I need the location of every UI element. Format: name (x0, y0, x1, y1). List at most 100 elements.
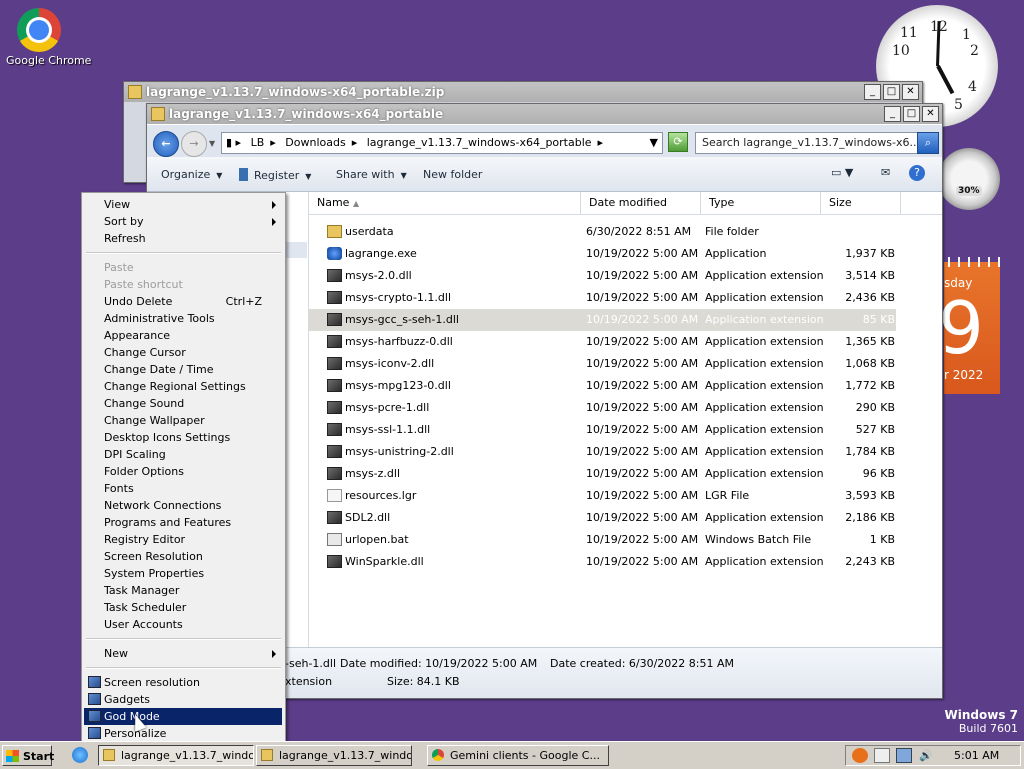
file-row[interactable]: WinSparkle.dll 10/19/2022 5:00 AM Applicat… (309, 551, 942, 573)
view-options-icon[interactable]: ▭ ▼ (831, 166, 853, 179)
maximize-button[interactable]: □ (883, 84, 900, 100)
gadgets-icon (88, 693, 101, 705)
action-center-flag-icon[interactable] (874, 748, 890, 763)
organize-button[interactable]: Organize ▼ (161, 168, 222, 181)
file-row[interactable]: msys-gcc_s-seh-1.dll 10/19/2022 5:00 AM Ap… (309, 309, 896, 331)
column-date-modified[interactable]: Date modified (581, 192, 701, 214)
taskbar-button[interactable]: Gemini clients - Google C... (427, 745, 609, 766)
menu-item-registry-editor[interactable]: Registry Editor (104, 531, 282, 548)
column-name[interactable]: Name ▲ (309, 192, 581, 214)
menu-item-refresh[interactable]: Refresh (104, 230, 282, 247)
breadcrumb-separator-icon[interactable]: ▸ (270, 136, 276, 149)
cpu-meter-gadget[interactable]: 30% (938, 148, 1000, 210)
menu-item-administrative-tools[interactable]: Administrative Tools (104, 310, 282, 327)
menu-item-change-regional-settings[interactable]: Change Regional Settings (104, 378, 282, 395)
file-row[interactable]: msys-unistring-2.dll 10/19/2022 5:00 AM Ap… (309, 441, 942, 463)
column-type[interactable]: Type (701, 192, 821, 214)
start-button[interactable]: Start (2, 745, 54, 766)
minimize-button[interactable]: _ (864, 84, 881, 100)
file-row[interactable]: msys-ssl-1.1.dll 10/19/2022 5:00 AM Applic… (309, 419, 942, 441)
menu-item-folder-options[interactable]: Folder Options (104, 463, 282, 480)
forward-button[interactable]: → (181, 131, 207, 157)
volume-icon[interactable]: 🔊 (918, 748, 934, 763)
chevron-down-icon[interactable]: ▼ (650, 136, 658, 149)
tray-clock[interactable]: 5:01 AM (954, 749, 999, 762)
taskbar-button[interactable]: lagrange_v1.13.7_windo... (98, 745, 254, 766)
search-icon[interactable]: ⌕ (917, 132, 939, 154)
menu-item-change-cursor[interactable]: Change Cursor (104, 344, 282, 361)
calendar-gadget[interactable]: sday 9 r 2022 (938, 257, 1000, 394)
menu-item-dpi-scaling[interactable]: DPI Scaling (104, 446, 282, 463)
menu-item-fonts[interactable]: Fonts (104, 480, 282, 497)
search-input[interactable]: Search lagrange_v1.13.7_windows-x6... (695, 132, 920, 154)
menu-item-label: Programs and Features (104, 516, 232, 529)
zip-window-titlebar[interactable]: lagrange_v1.13.7_windows-x64_portable.zi… (124, 82, 922, 102)
windows-logo-icon (6, 750, 19, 762)
share-with-button[interactable]: Share with ▼ (336, 168, 407, 181)
menu-item-screen-resolution[interactable]: Screen Resolution (104, 548, 282, 565)
breadcrumb-item[interactable]: LB (251, 136, 265, 149)
back-button[interactable]: ← (153, 131, 179, 157)
file-row[interactable]: urlopen.bat 10/19/2022 5:00 AM Windows Bat… (309, 529, 942, 551)
address-bar[interactable]: ▮ ▸ LB ▸ Downloads ▸ lagrange_v1.13.7_wind… (221, 132, 663, 154)
menu-item-gadgets[interactable]: Gadgets (88, 691, 282, 708)
file-row[interactable]: resources.lgr 10/19/2022 5:00 AM LGR File 3… (309, 485, 942, 507)
menu-item-sort-by[interactable]: Sort by (104, 213, 282, 230)
file-row[interactable]: msys-iconv-2.dll 10/19/2022 5:00 AM Applic… (309, 353, 942, 375)
minimize-button[interactable]: _ (884, 106, 901, 122)
nav-selected-item[interactable] (285, 242, 307, 258)
maximize-button[interactable]: □ (903, 106, 920, 122)
file-type: Application extension (705, 335, 824, 348)
file-row[interactable]: SDL2.dll 10/19/2022 5:00 AM Application ex… (309, 507, 942, 529)
menu-item-network-connections[interactable]: Network Connections (104, 497, 282, 514)
file-row[interactable]: userdata 6/30/2022 8:51 AM File folder (309, 221, 942, 243)
menu-item-screen-resolution[interactable]: Screen resolution (88, 674, 282, 691)
menu-item-view[interactable]: View (104, 196, 282, 213)
internet-explorer-icon[interactable] (72, 747, 88, 763)
menu-item-change-sound[interactable]: Change Sound (104, 395, 282, 412)
menu-item-change-date-time[interactable]: Change Date / Time (104, 361, 282, 378)
menu-item-appearance[interactable]: Appearance (104, 327, 282, 344)
clock-number: 2 (970, 43, 979, 59)
menu-item-desktop-icons-settings[interactable]: Desktop Icons Settings (104, 429, 282, 446)
file-row[interactable]: msys-harfbuzz-0.dll 10/19/2022 5:00 AM App… (309, 331, 942, 353)
menu-item-task-manager[interactable]: Task Manager (104, 582, 282, 599)
preview-pane-icon[interactable]: ✉ (881, 166, 890, 179)
breadcrumb-separator-icon[interactable]: ▸ (598, 136, 604, 149)
explorer-titlebar[interactable]: lagrange_v1.13.7_windows-x64_portable _ … (147, 104, 942, 124)
help-icon[interactable]: ? (909, 165, 925, 181)
file-row[interactable]: msys-z.dll 10/19/2022 5:00 AM Application … (309, 463, 942, 485)
breadcrumb-item[interactable]: Downloads (285, 136, 345, 149)
recent-pages-icon[interactable]: ▼ (209, 139, 215, 148)
meter-value: 30% (956, 186, 982, 196)
file-row[interactable]: msys-mpg123-0.dll 10/19/2022 5:00 AM Appli… (309, 375, 942, 397)
file-row[interactable]: lagrange.exe 10/19/2022 5:00 AM Applicatio… (309, 243, 942, 265)
breadcrumb-item[interactable]: lagrange_v1.13.7_windows-x64_portable (367, 136, 592, 149)
menu-item-programs-and-features[interactable]: Programs and Features (104, 514, 282, 531)
register-button[interactable]: Register ▼ (239, 168, 311, 182)
file-row[interactable]: msys-pcre-1.dll 10/19/2022 5:00 AM Applica… (309, 397, 942, 419)
control-panel-icon (88, 710, 101, 722)
menu-item-god-mode[interactable]: God Mode (84, 708, 282, 725)
close-button[interactable]: ✕ (922, 106, 939, 122)
menu-item-user-accounts[interactable]: User Accounts (104, 616, 282, 633)
network-icon[interactable] (896, 748, 912, 763)
menu-item-task-scheduler[interactable]: Task Scheduler (104, 599, 282, 616)
menu-item-personalize[interactable]: Personalize (88, 725, 282, 742)
chrome-desktop-icon[interactable]: Google Chrome (6, 8, 91, 67)
menu-item-change-wallpaper[interactable]: Change Wallpaper (104, 412, 282, 429)
breadcrumb-separator-icon[interactable]: ▸ (352, 136, 358, 149)
bat-icon (327, 533, 342, 546)
menu-item-new[interactable]: New (104, 645, 282, 662)
column-size[interactable]: Size (821, 192, 901, 214)
refresh-button[interactable]: ⟳ (668, 132, 688, 152)
search-icon[interactable] (852, 748, 868, 763)
file-row[interactable]: msys-crypto-1.1.dll 10/19/2022 5:00 AM App… (309, 287, 942, 309)
file-row[interactable]: msys-2.0.dll 10/19/2022 5:00 AM Applicatio… (309, 265, 942, 287)
menu-item-undo-delete[interactable]: Undo Delete Ctrl+Z (104, 293, 282, 310)
new-folder-button[interactable]: New folder (423, 168, 482, 181)
menu-item-system-properties[interactable]: System Properties (104, 565, 282, 582)
close-button[interactable]: ✕ (902, 84, 919, 100)
taskbar-button[interactable]: lagrange_v1.13.7_windo... (256, 745, 412, 766)
file-date: 10/19/2022 5:00 AM (586, 313, 699, 326)
